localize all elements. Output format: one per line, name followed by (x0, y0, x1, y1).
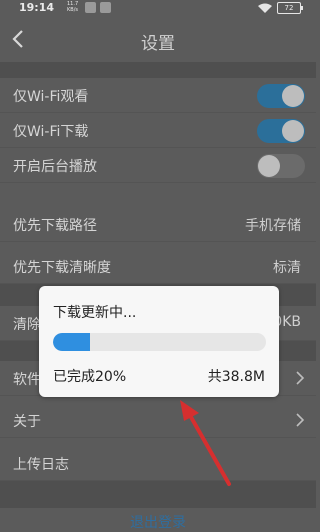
wifi-download-toggle[interactable] (257, 119, 305, 143)
logout-label: 退出登录 (130, 515, 186, 531)
progress-status: 已完成20% (53, 369, 127, 385)
setting-label: 优先下载路径 (13, 218, 97, 234)
setting-background-play[interactable]: 开启后台播放 (0, 148, 316, 183)
setting-label: 开启后台播放 (13, 159, 97, 175)
network-speed: 11.7 KB/s (67, 1, 78, 13)
download-size: 共38.8M (207, 369, 265, 385)
app-notification-icon (100, 2, 111, 13)
setting-about[interactable]: 关于 (0, 403, 316, 438)
page-title: 设置 (141, 34, 175, 54)
status-bar: 19:14 11.7 KB/s 72 (0, 0, 316, 16)
setting-download-path[interactable]: 优先下载路径 手机存储 (0, 207, 316, 242)
setting-label: 上传日志 (13, 457, 69, 473)
toggle-knob (258, 155, 280, 177)
network-speed-unit: KB/s (67, 7, 78, 13)
toggle-knob (282, 120, 304, 142)
setting-upload-log[interactable]: 上传日志 (0, 446, 316, 481)
battery-level: 72 (284, 4, 294, 12)
annotation-arrow-icon (180, 400, 231, 486)
setting-wifi-download[interactable]: 仅Wi-Fi下载 (0, 113, 316, 148)
download-progress-bar (53, 333, 266, 351)
progress-fill (53, 333, 91, 351)
setting-label: 软件 (13, 372, 41, 388)
setting-label: 关于 (13, 414, 41, 430)
status-time: 19:14 (19, 1, 55, 14)
setting-label: 清除 (13, 317, 41, 333)
wifi-watch-toggle[interactable] (257, 84, 305, 108)
app-notification-icon (85, 2, 96, 13)
setting-download-quality[interactable]: 优先下载清晰度 标清 (0, 249, 316, 284)
toggle-knob (282, 85, 304, 107)
wifi-icon (258, 3, 272, 13)
setting-label: 优先下载清晰度 (13, 260, 111, 276)
setting-wifi-watch[interactable]: 仅Wi-Fi观看 (0, 78, 316, 113)
setting-value: 标清 (273, 260, 301, 276)
battery-icon: 72 (277, 2, 303, 14)
title-bar: 设置 (0, 16, 316, 62)
background-play-toggle[interactable] (257, 154, 305, 178)
setting-value: 手机存储 (245, 218, 301, 234)
section-divider (0, 481, 316, 508)
setting-label: 仅Wi-Fi观看 (13, 89, 89, 105)
update-dialog: 下载更新中... 已完成20% 共38.8M (39, 286, 279, 397)
status-right: 72 (257, 2, 303, 14)
dialog-title: 下载更新中... (53, 305, 137, 321)
logout-button[interactable]: 退出登录 (0, 508, 316, 531)
section-divider (0, 62, 316, 78)
setting-label: 仅Wi-Fi下载 (13, 124, 89, 140)
chevron-right-icon (296, 413, 305, 427)
chevron-right-icon (296, 371, 305, 385)
